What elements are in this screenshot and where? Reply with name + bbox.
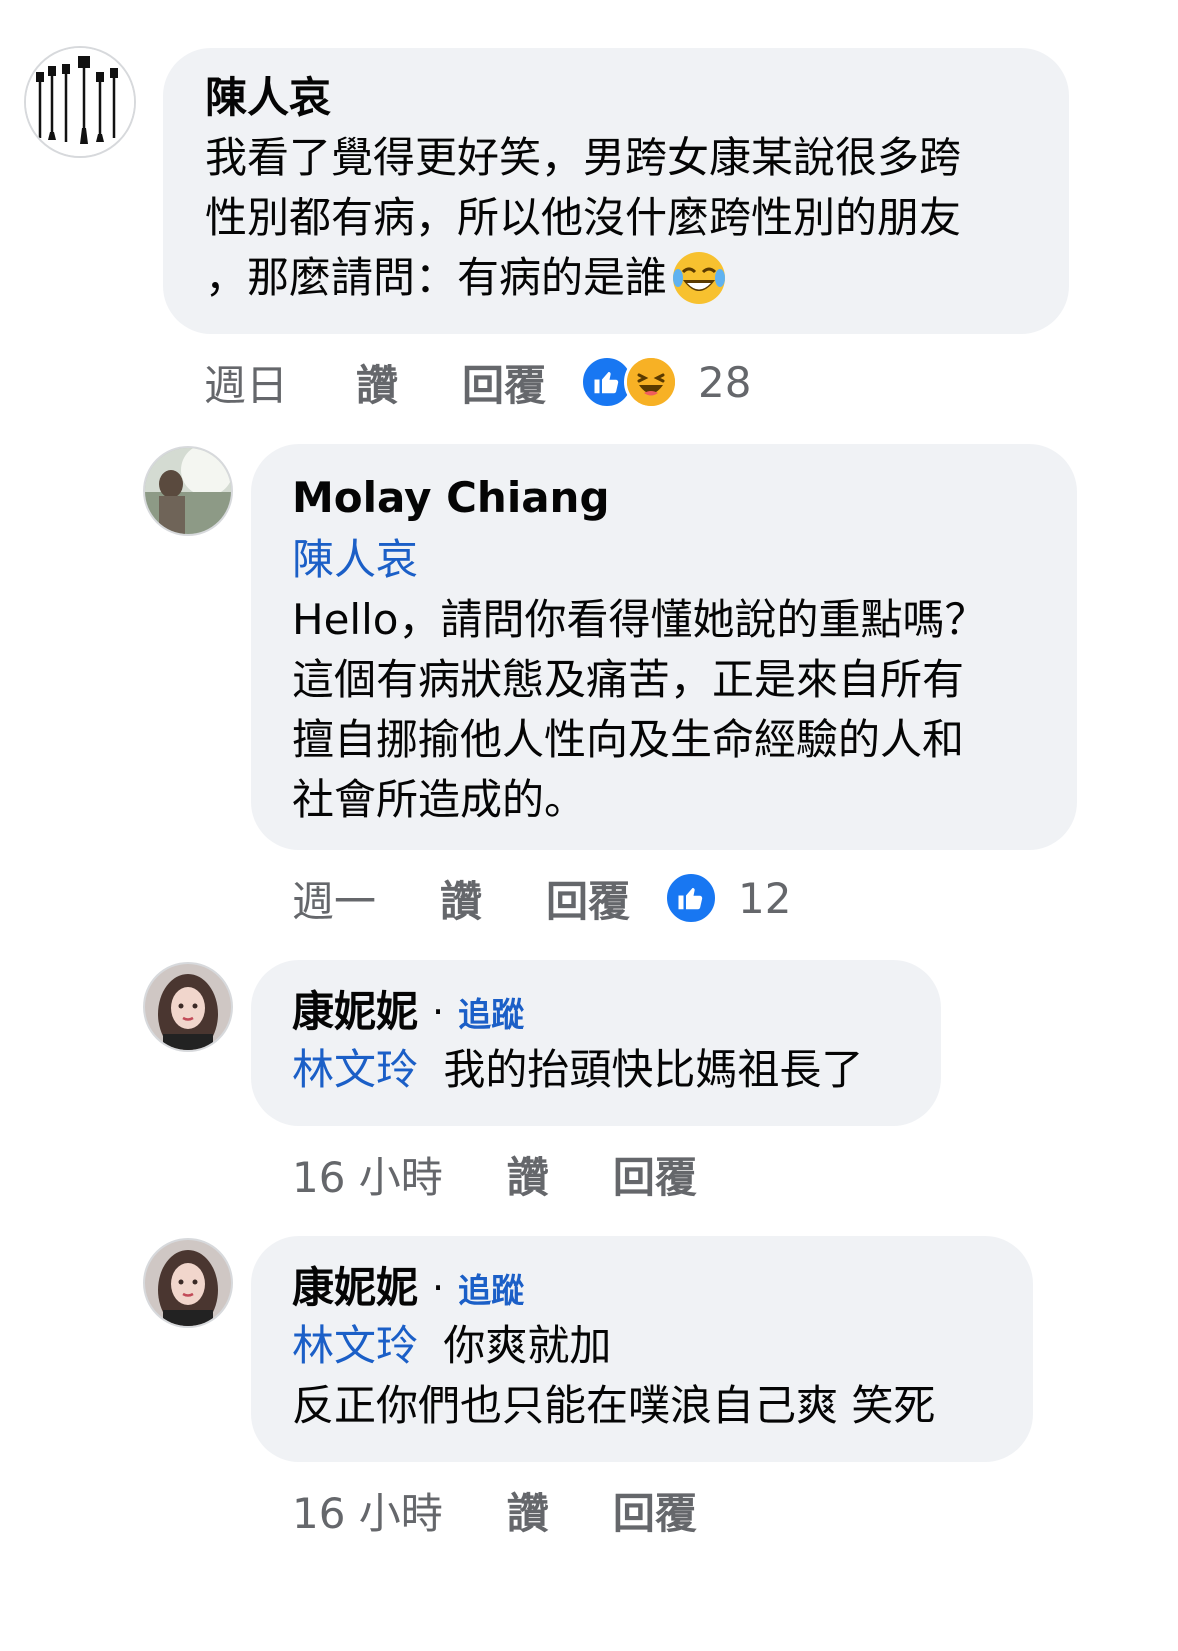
follow-button[interactable]: 追蹤 [458, 1264, 524, 1312]
comment-text-line-1: 林文玲 你爽就加 [292, 1316, 993, 1376]
comment-meta: 16 小時 讚 回覆 [292, 1482, 697, 1538]
comment-text-content: 你爽就加 [443, 1321, 612, 1370]
mentioned-user-link[interactable]: 林文玲 [292, 1321, 418, 1370]
comment-4: 康妮妮 · 追蹤 林文玲 你爽就加 反正你們也只能在噗浪自己爽 笑死 16 小時… [0, 0, 1178, 1651]
avatar[interactable] [143, 1238, 233, 1328]
like-button[interactable]: 讚 [507, 1480, 549, 1541]
reply-button[interactable]: 回覆 [613, 1480, 697, 1541]
author-name[interactable]: 康妮妮 [292, 1262, 418, 1314]
author-row: 康妮妮 · 追蹤 [292, 1262, 993, 1314]
comment-time[interactable]: 16 小時 [292, 1480, 443, 1541]
comment-text-line-2: 反正你們也只能在噗浪自己爽 笑死 [292, 1381, 936, 1430]
comment-bubble[interactable]: 康妮妮 · 追蹤 林文玲 你爽就加 反正你們也只能在噗浪自己爽 笑死 [251, 1236, 1033, 1462]
woman-portrait-avatar-icon [145, 1240, 231, 1326]
separator-dot: · [432, 1266, 445, 1310]
